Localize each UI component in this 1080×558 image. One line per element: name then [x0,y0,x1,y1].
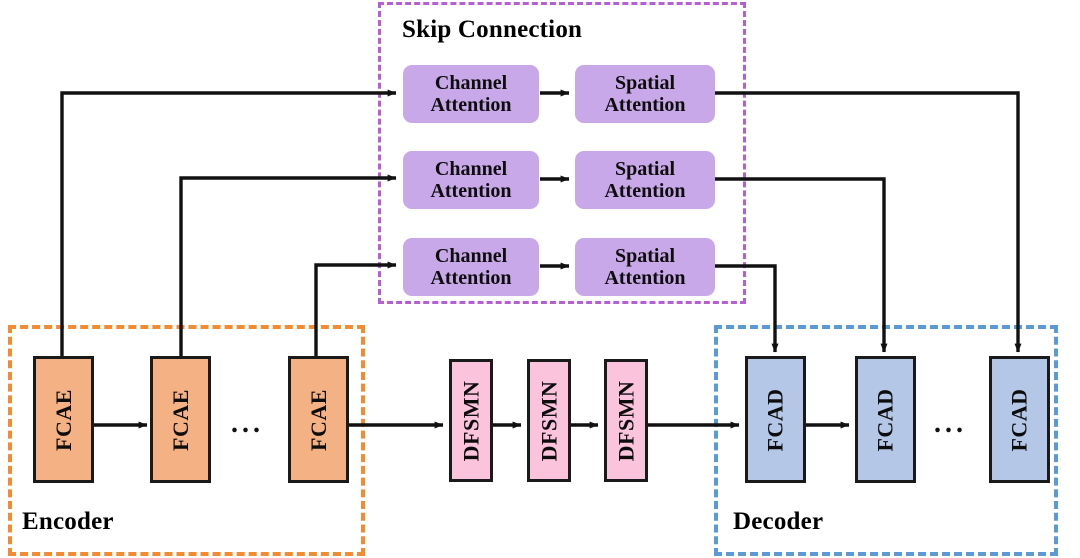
spatial-attention-line2: Attention [604,267,686,289]
bottleneck-block-1[interactable]: DFSMN [449,359,493,482]
encoder-block-1[interactable]: FCAE [33,356,94,483]
channel-attention-line1: Channel [434,244,508,267]
encoder-block-label: FCAE [305,388,331,451]
decoder-block-label: FCAD [1006,387,1032,452]
encoder-ellipsis: ... [231,408,264,439]
decoder-block-3[interactable]: FCAD [989,356,1050,483]
encoder-block-3[interactable]: FCAE [288,356,349,483]
decoder-block-1[interactable]: FCAD [745,356,806,483]
diagram-canvas: Skip Connection Encoder Decoder Channel … [0,0,1080,558]
decoder-title: Decoder [733,508,824,535]
skip-connection-title: Skip Connection [402,16,583,43]
decoder-block-label: FCAD [762,387,788,452]
spatial-attention-line2: Attention [604,180,686,202]
spatial-attention-line2: Attention [604,94,686,116]
bottleneck-block-label: DFSMN [458,380,483,461]
spatial-attention-line1: Spatial [614,157,676,180]
bottleneck-block-3[interactable]: DFSMN [604,359,648,482]
channel-attention-block-3[interactable]: Channel Attention [403,238,539,296]
encoder-block-2[interactable]: FCAE [150,356,211,483]
encoder-block-label: FCAE [50,388,76,451]
bottleneck-block-2[interactable]: DFSMN [527,359,571,482]
decoder-block-2[interactable]: FCAD [855,356,916,483]
channel-attention-block-2[interactable]: Channel Attention [403,151,539,209]
spatial-attention-line1: Spatial [614,244,676,267]
channel-attention-line2: Attention [430,180,512,202]
spatial-attention-block-3[interactable]: Spatial Attention [575,238,715,296]
channel-attention-line1: Channel [434,157,508,180]
encoder-block-label: FCAE [167,388,193,451]
decoder-block-label: FCAD [872,387,898,452]
channel-attention-line2: Attention [430,267,512,289]
bottleneck-block-label: DFSMN [613,380,638,461]
spatial-attention-block-1[interactable]: Spatial Attention [575,65,715,123]
channel-attention-line1: Channel [434,71,508,94]
spatial-attention-line1: Spatial [614,71,676,94]
channel-attention-block-1[interactable]: Channel Attention [403,65,539,123]
spatial-attention-block-2[interactable]: Spatial Attention [575,151,715,209]
encoder-title: Encoder [22,508,114,535]
channel-attention-line2: Attention [430,94,512,116]
decoder-ellipsis: ... [934,408,967,439]
bottleneck-block-label: DFSMN [536,380,561,461]
